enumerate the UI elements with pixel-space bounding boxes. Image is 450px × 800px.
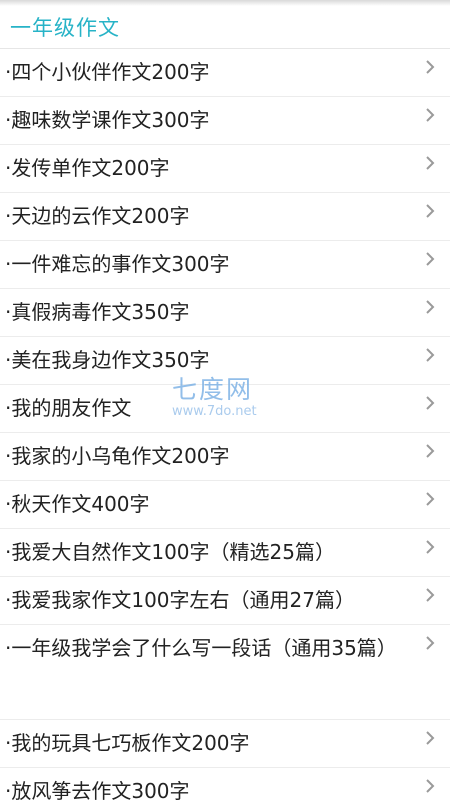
chevron-right-icon bbox=[422, 395, 438, 411]
chevron-right-icon bbox=[422, 59, 438, 75]
chevron-right-icon bbox=[422, 491, 438, 507]
list-item[interactable]: ·秋天作文400字 bbox=[0, 481, 450, 529]
chevron-right-icon bbox=[422, 203, 438, 219]
chevron-right-icon bbox=[422, 299, 438, 315]
list-item-label: ·我的朋友作文 bbox=[5, 396, 132, 420]
list-item[interactable]: ·我家的小乌龟作文200字 bbox=[0, 433, 450, 481]
chevron-right-icon bbox=[422, 347, 438, 363]
list-item[interactable]: ·真假病毒作文350字 bbox=[0, 289, 450, 337]
list-item[interactable]: ·一年级我学会了什么写一段话（通用35篇） bbox=[0, 625, 450, 720]
list-item-label: ·真假病毒作文350字 bbox=[5, 300, 190, 324]
list-item-label: ·我家的小乌龟作文200字 bbox=[5, 444, 230, 468]
list-item[interactable]: ·美在我身边作文350字 bbox=[0, 337, 450, 385]
article-list-screen: 一年级作文 ·四个小伙伴作文200字 ·趣味数学课作文300字 ·发传单作文20… bbox=[0, 0, 450, 800]
chevron-right-icon bbox=[422, 251, 438, 267]
list-item[interactable]: ·四个小伙伴作文200字 bbox=[0, 49, 450, 97]
chevron-right-icon bbox=[422, 778, 438, 794]
list-item-label: ·一年级我学会了什么写一段话（通用35篇） bbox=[5, 636, 397, 660]
list-item-label: ·天边的云作文200字 bbox=[5, 204, 190, 228]
list-item-label: ·我爱大自然作文100字（精选25篇） bbox=[5, 540, 335, 564]
list-item[interactable]: ·我的玩具七巧板作文200字 bbox=[0, 720, 450, 768]
list-item-label: ·一件难忘的事作文300字 bbox=[5, 252, 230, 276]
list-item[interactable]: ·天边的云作文200字 bbox=[0, 193, 450, 241]
section-header: 一年级作文 bbox=[0, 6, 450, 49]
chevron-right-icon bbox=[422, 587, 438, 603]
list-item[interactable]: ·放风筝去作文300字 bbox=[0, 768, 450, 800]
list-item-label: ·发传单作文200字 bbox=[5, 156, 170, 180]
section-title: 一年级作文 bbox=[10, 16, 120, 40]
list-item[interactable]: ·我爱我家作文100字左右（通用27篇） bbox=[0, 577, 450, 625]
list-item-label: ·趣味数学课作文300字 bbox=[5, 108, 210, 132]
chevron-right-icon bbox=[422, 107, 438, 123]
list-item-label: ·我的玩具七巧板作文200字 bbox=[5, 731, 250, 755]
chevron-right-icon bbox=[422, 635, 438, 651]
list-item[interactable]: ·我的朋友作文 bbox=[0, 385, 450, 433]
list-item[interactable]: ·发传单作文200字 bbox=[0, 145, 450, 193]
article-list: ·四个小伙伴作文200字 ·趣味数学课作文300字 ·发传单作文200字 ·天边… bbox=[0, 49, 450, 800]
list-item-label: ·放风筝去作文300字 bbox=[5, 779, 190, 800]
list-item[interactable]: ·趣味数学课作文300字 bbox=[0, 97, 450, 145]
list-item-label: ·美在我身边作文350字 bbox=[5, 348, 210, 372]
chevron-right-icon bbox=[422, 443, 438, 459]
list-item-label: ·我爱我家作文100字左右（通用27篇） bbox=[5, 588, 355, 612]
chevron-right-icon bbox=[422, 730, 438, 746]
list-item-label: ·四个小伙伴作文200字 bbox=[5, 60, 210, 84]
chevron-right-icon bbox=[422, 155, 438, 171]
chevron-right-icon bbox=[422, 539, 438, 555]
list-item[interactable]: ·一件难忘的事作文300字 bbox=[0, 241, 450, 289]
list-item[interactable]: ·我爱大自然作文100字（精选25篇） bbox=[0, 529, 450, 577]
list-item-label: ·秋天作文400字 bbox=[5, 492, 150, 516]
